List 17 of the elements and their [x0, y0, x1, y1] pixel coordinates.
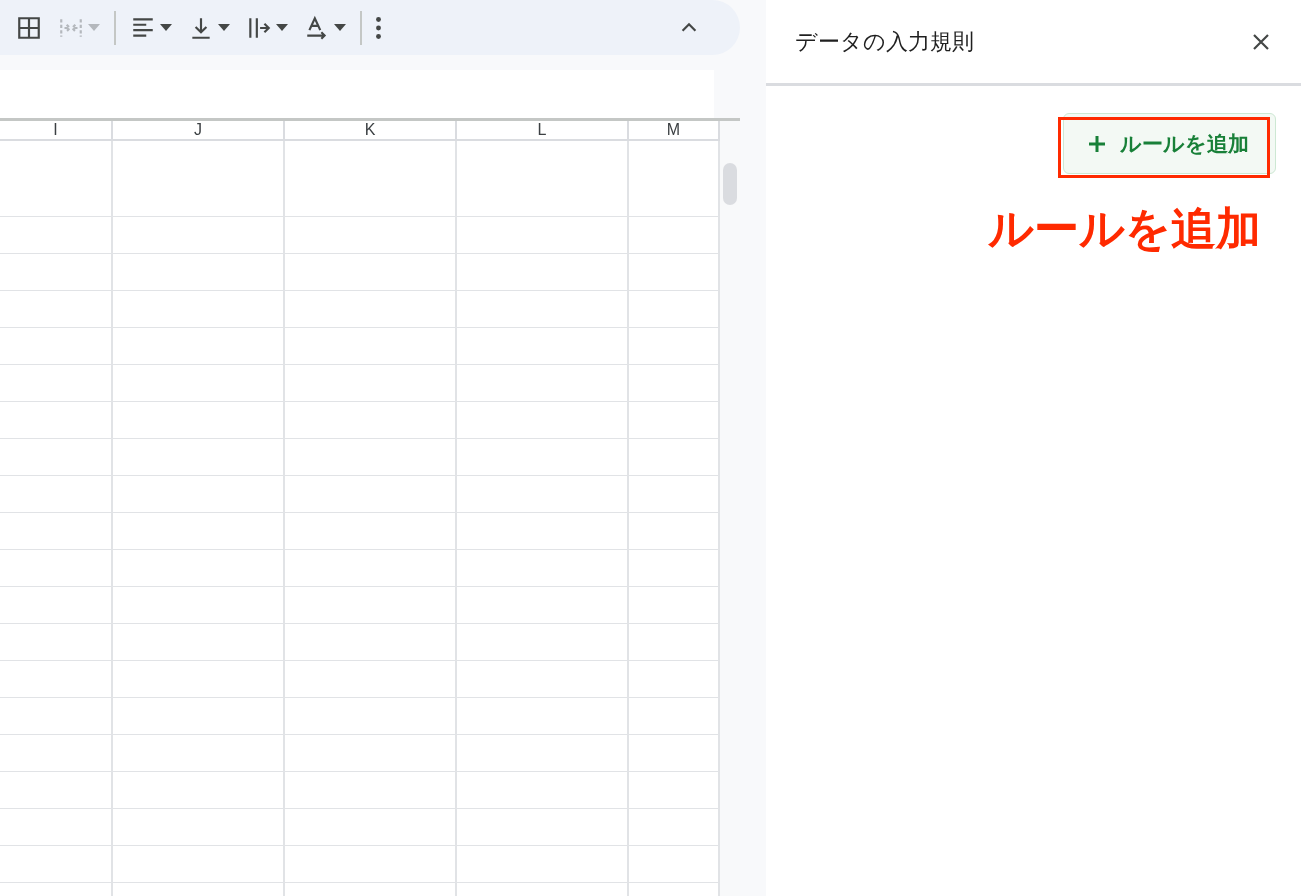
more-vertical-icon — [376, 16, 381, 39]
add-rule-button[interactable]: ルールを追加 — [1063, 113, 1276, 174]
caret-icon — [334, 24, 346, 31]
caret-icon — [160, 24, 172, 31]
plus-icon — [1088, 134, 1106, 153]
caret-icon — [276, 24, 288, 31]
column-header[interactable]: K — [285, 121, 457, 139]
table-grid-icon — [16, 14, 42, 41]
annotation-label: ルールを追加 — [988, 201, 1261, 257]
column-header[interactable]: L — [457, 121, 629, 139]
caret-icon — [218, 24, 230, 31]
column-header[interactable]: J — [113, 121, 285, 139]
scrollbar-thumb[interactable] — [723, 163, 737, 205]
close-icon — [1251, 31, 1271, 52]
caret-icon — [88, 24, 100, 31]
column-header[interactable]: I — [0, 121, 113, 139]
panel-title: データの入力規則 — [795, 27, 974, 56]
